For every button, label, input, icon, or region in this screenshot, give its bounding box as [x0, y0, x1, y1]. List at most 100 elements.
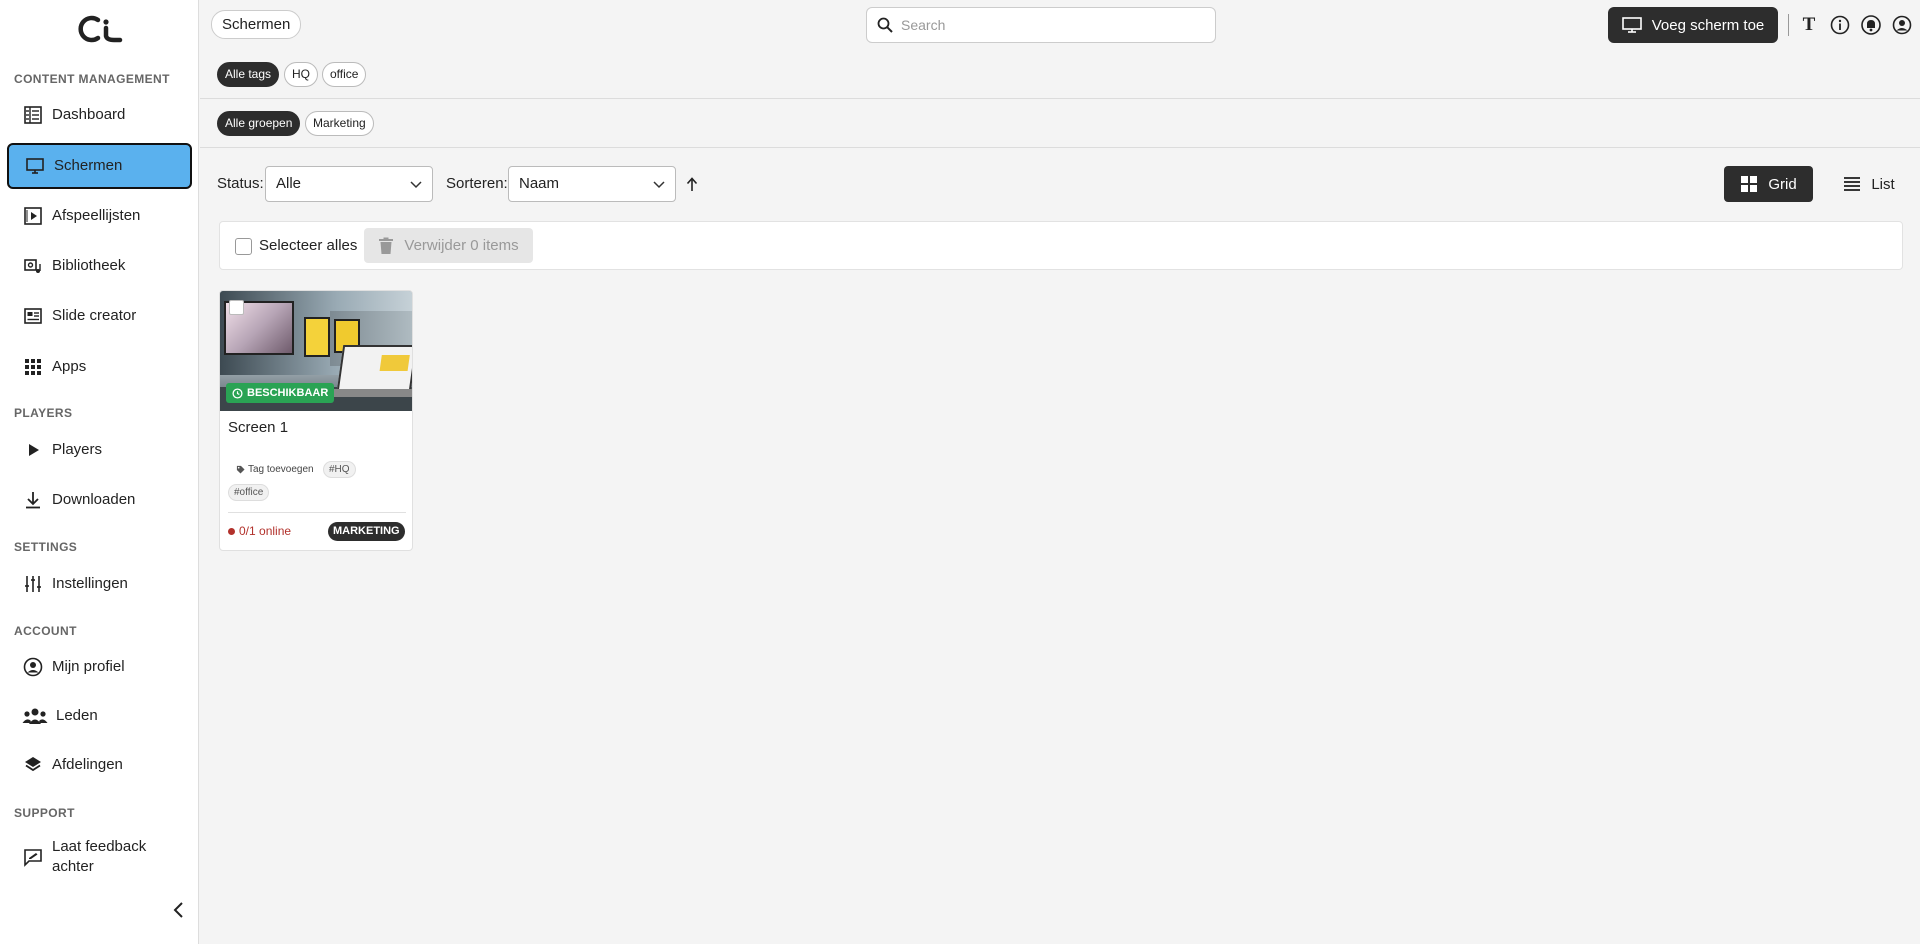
- list-view-button[interactable]: List: [1824, 166, 1914, 202]
- sidebar-item-label: Schermen: [54, 157, 123, 174]
- app-logo[interactable]: [76, 14, 124, 44]
- dashboard-icon: [22, 104, 44, 126]
- group-filter-row: Alle groepen Marketing: [200, 99, 1920, 148]
- account-circle-icon[interactable]: [1891, 14, 1913, 36]
- sidebar-item-dashboard[interactable]: Dashboard: [7, 92, 192, 138]
- toolbar-divider: [1788, 14, 1789, 36]
- screen-tag-office[interactable]: #office: [228, 484, 270, 501]
- tag-chip-hq[interactable]: HQ: [284, 62, 318, 87]
- grid-view-icon: [1741, 176, 1758, 192]
- delete-selected-label: Verwijder 0 items: [404, 237, 519, 254]
- feedback-line-1: Laat feedback: [52, 838, 147, 855]
- group-chip-all[interactable]: Alle groepen: [217, 111, 301, 136]
- search-box[interactable]: [866, 7, 1216, 43]
- sidebar-item-label: Mijn profiel: [52, 658, 125, 675]
- list-view-icon: [1844, 177, 1861, 191]
- sidebar-item-label: Afspeellijsten: [52, 207, 141, 224]
- online-status: 0/1 online: [228, 524, 291, 538]
- monitor-icon: [24, 155, 46, 177]
- sidebar-item-afdelingen[interactable]: Afdelingen: [7, 742, 192, 788]
- sidebar-item-label: Slide creator: [52, 307, 137, 324]
- apps-grid-icon: [22, 356, 44, 378]
- section-account: ACCOUNT: [14, 624, 77, 638]
- clock-icon: [232, 387, 243, 399]
- delete-selected-button[interactable]: Verwijder 0 items: [364, 228, 533, 263]
- chevron-down-icon: [410, 181, 422, 189]
- sidebar-item-instellingen[interactable]: Instellingen: [7, 561, 192, 607]
- group-chip-marketing[interactable]: Marketing: [305, 111, 374, 136]
- sidebar-item-apps[interactable]: Apps: [7, 344, 192, 390]
- add-tag-button[interactable]: Tag toevoegen: [236, 464, 314, 475]
- sort-select[interactable]: Naam: [508, 166, 676, 202]
- media-library-icon: [22, 255, 44, 277]
- info-icon[interactable]: [1829, 14, 1851, 36]
- section-content-management: CONTENT MANAGEMENT: [14, 72, 170, 86]
- tag-icon: [236, 465, 245, 474]
- tag-chip-all[interactable]: Alle tags: [217, 62, 280, 87]
- sidebar-item-label: Dashboard: [52, 106, 126, 123]
- select-all-label[interactable]: Selecteer alles: [259, 237, 357, 254]
- status-badge: BESCHIKBAAR: [226, 383, 335, 403]
- layers-icon: [22, 754, 44, 776]
- sidebar-item-mijn-profiel[interactable]: Mijn profiel: [7, 644, 192, 690]
- monitor-icon: [1621, 17, 1642, 33]
- user-circle-icon: [22, 656, 44, 678]
- sidebar-item-label: Bibliotheek: [52, 257, 126, 274]
- sidebar-item-label: Apps: [52, 358, 87, 375]
- sidebar-item-schermen[interactable]: Schermen: [7, 143, 192, 189]
- tag-filter-row: Alle tags HQ office: [200, 50, 1920, 99]
- sort-value: Naam: [519, 175, 560, 192]
- add-screen-label: Voeg scherm toe: [1651, 16, 1765, 34]
- online-count: 0/1 online: [239, 524, 292, 538]
- screen-tag-hq[interactable]: #HQ: [323, 461, 356, 478]
- section-support: SUPPORT: [14, 806, 75, 820]
- download-icon: [22, 489, 44, 511]
- screen-card-checkbox[interactable]: [229, 300, 244, 315]
- sidebar-item-bibliotheek[interactable]: Bibliotheek: [7, 243, 192, 289]
- sidebar-item-leden[interactable]: Leden: [7, 693, 192, 739]
- sidebar-item-feedback[interactable]: Laat feedback achter: [7, 832, 192, 882]
- status-value: Alle: [276, 175, 302, 192]
- section-settings: SETTINGS: [14, 540, 78, 554]
- tag-chip-office[interactable]: office: [322, 62, 367, 87]
- add-tag-label: Tag toevoegen: [248, 464, 314, 475]
- top-bar: Schermen Voeg scherm toe T: [200, 0, 1920, 51]
- users-icon: [22, 705, 48, 727]
- sidebar: CONTENT MANAGEMENT Dashboard Schermen Af…: [0, 0, 199, 944]
- bulk-actions-bar: Selecteer alles Verwijder 0 items: [219, 221, 1903, 270]
- group-badge: MARKETING: [328, 522, 405, 541]
- sidebar-item-label: Leden: [56, 707, 98, 724]
- offline-dot-icon: [228, 527, 235, 535]
- sidebar-item-afspeellijsten[interactable]: Afspeellijsten: [7, 193, 192, 239]
- sidebar-item-label: Downloaden: [52, 491, 136, 508]
- notification-bell-icon[interactable]: [1860, 14, 1882, 36]
- search-input[interactable]: [901, 17, 1201, 33]
- screen-title: Screen 1: [228, 419, 289, 436]
- sidebar-item-label: Afdelingen: [52, 756, 123, 773]
- sidebar-item-label: Laat feedback achter: [52, 837, 146, 877]
- feedback-icon: [22, 846, 44, 868]
- grid-view-label: Grid: [1768, 175, 1797, 193]
- text-size-icon[interactable]: T: [1798, 14, 1820, 36]
- feedback-line-2: achter: [52, 858, 94, 875]
- add-screen-button[interactable]: Voeg scherm toe: [1608, 7, 1778, 43]
- status-select[interactable]: Alle: [265, 166, 433, 202]
- list-view-label: List: [1871, 175, 1895, 193]
- sidebar-item-players[interactable]: Players: [7, 427, 192, 473]
- sort-label: Sorteren:: [446, 175, 508, 192]
- screen-card[interactable]: BESCHIKBAAR Screen 1 Tag toevoegen #HQ #…: [219, 290, 413, 551]
- status-label: Status:: [217, 175, 264, 192]
- sliders-icon: [22, 573, 44, 595]
- card-divider: [228, 512, 406, 513]
- playlist-icon: [22, 205, 44, 227]
- sidebar-item-slide-creator[interactable]: Slide creator: [7, 293, 192, 339]
- select-all-checkbox[interactable]: [235, 238, 252, 255]
- collapse-sidebar-icon[interactable]: [170, 900, 188, 920]
- sidebar-item-label: Players: [52, 441, 103, 458]
- grid-view-button[interactable]: Grid: [1724, 166, 1813, 202]
- sidebar-item-downloaden[interactable]: Downloaden: [7, 477, 192, 523]
- play-icon: [22, 439, 44, 461]
- sort-ascending-icon[interactable]: [685, 176, 699, 192]
- breadcrumb[interactable]: Schermen: [211, 10, 302, 39]
- trash-icon: [379, 237, 394, 254]
